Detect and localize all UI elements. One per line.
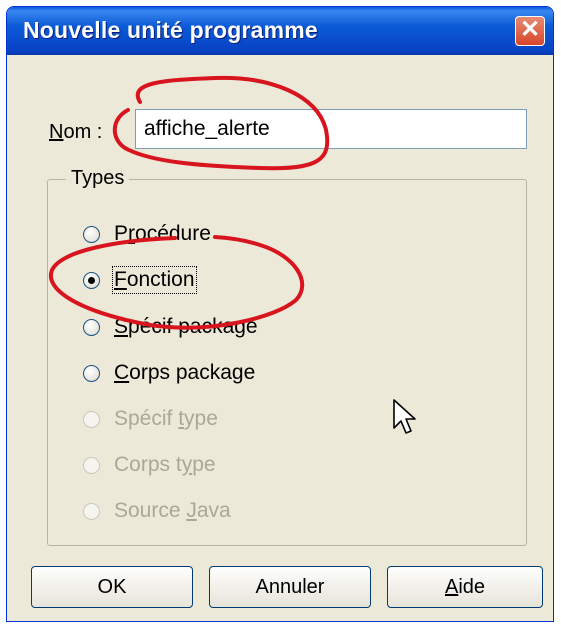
annotation-circle-fonction [48, 235, 305, 330]
annotation-circle-nom [112, 75, 330, 171]
red-annotation-overlay [48, 75, 330, 330]
mouse-pointer-icon [393, 399, 416, 434]
